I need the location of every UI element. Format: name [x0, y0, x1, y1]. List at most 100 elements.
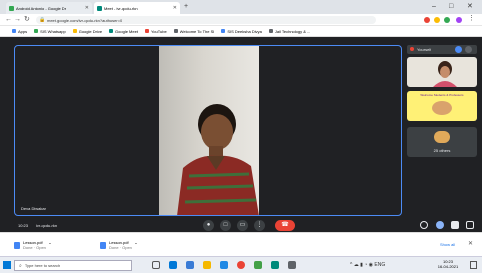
download-item[interactable]: Lesson.pdf Done · Open ^: [100, 240, 137, 250]
drive-icon: [9, 5, 14, 11]
chat-icon[interactable]: [451, 221, 459, 229]
extension-icon[interactable]: [444, 17, 450, 23]
edge-icon[interactable]: [169, 261, 177, 269]
tab-meet[interactable]: Meet - ivr-qcdu-rkn ✕: [94, 2, 180, 14]
site-icon: [221, 29, 226, 33]
maximize-button[interactable]: □: [449, 3, 453, 11]
new-tab-button[interactable]: +: [184, 3, 188, 11]
file-icon: [100, 241, 106, 249]
drive-icon: [72, 29, 77, 33]
speaker-name: Deva Diwakar: [21, 206, 46, 211]
camera-button[interactable]: □: [220, 220, 231, 231]
close-button[interactable]: ✕: [467, 3, 473, 11]
bookmark-label: SIS Whatsapp: [40, 28, 66, 34]
bookmark-item[interactable]: Welcome To The SI: [173, 29, 214, 34]
bookmark-item[interactable]: Google Drive: [72, 28, 103, 34]
profile-avatar[interactable]: [456, 17, 462, 23]
tab-drive[interactable]: Android Antonio - Google Dr ✕: [6, 2, 92, 14]
task-view-icon[interactable]: [152, 261, 160, 269]
word-icon[interactable]: [220, 261, 228, 269]
captions-button[interactable]: ▭: [237, 220, 248, 231]
tab-label: Meet - ivr-qcdu-rkn: [104, 5, 138, 11]
bookmark-label: Jail Technology & ...: [274, 28, 311, 34]
address-bar: ← → ↻ 🔒 meet.google.com/ivr-qcdu-rkn?aut…: [0, 14, 482, 26]
mic-button[interactable]: ●: [203, 220, 214, 231]
bookmark-label: Google Drive: [78, 28, 103, 34]
folder-icon[interactable]: [203, 261, 211, 269]
meet-icon: [97, 5, 102, 11]
meeting-code: ivr-qcdu-rkn: [36, 223, 58, 228]
bookmark-label: Apps: [18, 28, 28, 34]
url-text: meet.google.com/ivr-qcdu-rkn?authuser=0: [47, 17, 123, 23]
participant-tile-self[interactable]: [407, 57, 477, 87]
chat-icon[interactable]: [465, 46, 472, 53]
excel-icon[interactable]: [254, 261, 262, 269]
group-avatar: [434, 131, 450, 143]
bookmark-item[interactable]: SIS Deeksha Divya: [221, 28, 262, 34]
presentation-title: Welcome Students & Professors: [420, 93, 464, 97]
menu-icon[interactable]: ⋮: [468, 15, 475, 23]
bookmark-label: SIS Deeksha Divya: [227, 28, 262, 34]
store-icon[interactable]: [186, 261, 194, 269]
info-icon[interactable]: [420, 221, 428, 229]
main-video-frame[interactable]: Deva Diwakar: [14, 45, 402, 216]
app-icon[interactable]: [288, 261, 296, 269]
speaker-illustration: [177, 104, 259, 215]
tab-bar: Android Antonio - Google Dr ✕ Meet - ivr…: [0, 0, 482, 14]
bookmark-item[interactable]: Google Meet: [109, 29, 138, 34]
system-tray-icons[interactable]: ^ ☁ ▮ ◔ ◉ ENG: [350, 262, 385, 268]
notifications-icon[interactable]: [470, 261, 477, 269]
activities-icon[interactable]: [466, 221, 474, 229]
url-input[interactable]: 🔒 meet.google.com/ivr-qcdu-rkn?authuser=…: [36, 16, 376, 24]
bookmark-label: YouTube: [150, 28, 167, 34]
people-icon[interactable]: [436, 221, 444, 229]
participant-video: [433, 61, 457, 87]
extension-icon[interactable]: [434, 17, 440, 23]
sidebar-header-label: Yourself: [417, 47, 432, 52]
windows-start-icon[interactable]: [3, 261, 11, 269]
whatsapp-icon: [34, 29, 39, 33]
close-icon[interactable]: ✕: [173, 5, 177, 11]
search-icon: ⌕: [19, 262, 22, 269]
taskbar-search[interactable]: ⌕ Type here to search: [14, 260, 132, 271]
bookmark-item[interactable]: SIS Whatsapp: [34, 29, 66, 34]
bookmark-apps[interactable]: Apps: [12, 29, 27, 34]
close-icon[interactable]: ✕: [468, 241, 473, 248]
search-placeholder: Type here to search: [24, 263, 61, 268]
participant-tile-others[interactable]: 25 others: [407, 127, 477, 157]
bookmark-item[interactable]: YouTube: [144, 28, 167, 34]
clock[interactable]: 10:23 16-04-2021: [430, 259, 466, 269]
download-status: Done · Open: [109, 245, 132, 250]
downloads-bar: Lesson.pdf Done · Open ^ Lesson.pdf Done…: [0, 232, 482, 256]
record-icon: [410, 47, 414, 51]
site-icon: [173, 29, 178, 33]
presentation-tile[interactable]: Welcome Students & Professors: [407, 91, 477, 121]
show-all-button[interactable]: Show all: [440, 242, 455, 247]
people-icon[interactable]: [455, 46, 462, 53]
speaker-video: [159, 46, 259, 215]
reload-icon[interactable]: ↻: [24, 16, 30, 24]
clock-date: 16-04-2021: [437, 264, 459, 269]
forward-icon[interactable]: →: [14, 16, 21, 24]
bookmarks-bar: Apps SIS Whatsapp Google Drive Google Me…: [0, 26, 482, 37]
meet-icon[interactable]: [271, 261, 279, 269]
leave-call-button[interactable]: ☎: [275, 220, 295, 231]
meet-window: Deva Diwakar Yourself Welcome Students &…: [0, 37, 482, 232]
close-icon[interactable]: ✕: [85, 5, 89, 11]
download-item[interactable]: Lesson.pdf Done · Open ^: [14, 240, 51, 250]
download-status: Done · Open: [23, 245, 46, 250]
bookmark-item[interactable]: Jail Technology & ...: [268, 28, 311, 34]
more-options-button[interactable]: ⋮: [254, 220, 265, 231]
youtube-icon: [144, 29, 149, 33]
taskbar: ⌕ Type here to search ^ ☁ ▮ ◔ ◉ ENG 10:2…: [0, 256, 482, 273]
extension-icon[interactable]: [424, 17, 430, 23]
tab-label: Android Antonio - Google Dr: [16, 5, 67, 11]
back-icon[interactable]: ←: [5, 16, 12, 24]
chevron-up-icon[interactable]: ^: [135, 243, 137, 248]
others-count: 25 others: [433, 148, 451, 153]
meet-icon: [109, 29, 114, 33]
participants-sidebar: Yourself Welcome Students & Professors 2…: [404, 45, 480, 216]
chevron-up-icon[interactable]: ^: [49, 243, 51, 248]
minimize-button[interactable]: –: [432, 3, 436, 11]
chrome-icon[interactable]: [237, 261, 245, 269]
